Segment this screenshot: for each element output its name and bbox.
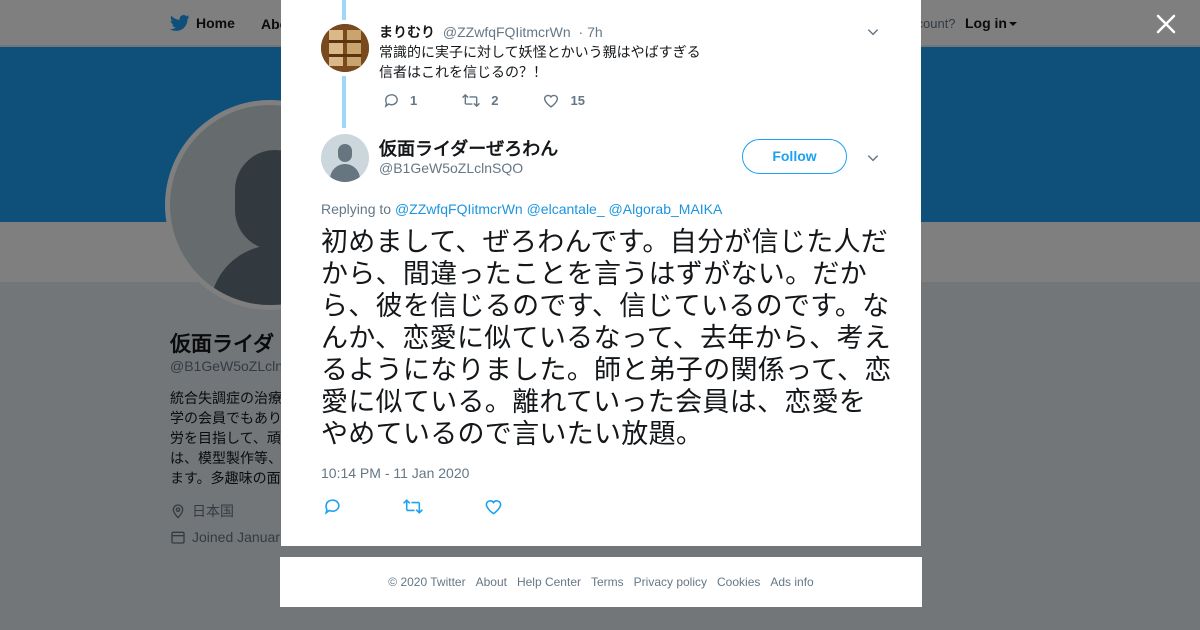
retweet-count: 2 [491, 93, 499, 108]
footer-link-terms[interactable]: Terms [591, 575, 624, 589]
reply-button[interactable] [323, 497, 342, 516]
thread-line-top [342, 0, 346, 20]
mention-link[interactable]: @Algorab_MAIKA [609, 201, 723, 217]
follow-button[interactable]: Follow [742, 139, 847, 174]
retweet-button[interactable] [402, 497, 424, 516]
reply-header: まりむり @ZZwfqFQIitmcrWn · 7h [379, 22, 603, 42]
like-button[interactable] [484, 497, 503, 516]
reply-author-name[interactable]: まりむり [379, 24, 435, 40]
like-count: 15 [570, 93, 585, 108]
retweet-icon [403, 499, 423, 514]
like-icon [544, 94, 559, 108]
reply-button[interactable]: 1 [383, 92, 417, 109]
reply-icon [384, 94, 398, 108]
reply-time[interactable]: · 7h [579, 24, 603, 40]
tweet-timestamp[interactable]: 10:14 PM - 11 Jan 2020 [321, 465, 469, 481]
retweet-button[interactable]: 2 [461, 92, 498, 109]
reply-avatar[interactable] [321, 24, 369, 72]
main-tweet-text: 初めまして、ぜろわんです。自分が信じた人だから、間違ったことを言うはずがない。だ… [321, 227, 892, 450]
avatar-image [321, 24, 369, 72]
main-author-handle[interactable]: @B1GeW5oZLclnSQO [379, 160, 523, 176]
footer: © 2020 Twitter About Help Center Terms P… [280, 557, 922, 607]
footer-copyright: © 2020 Twitter [388, 575, 466, 589]
main-tweet-actions [323, 497, 563, 516]
reply-author-handle[interactable]: @ZZwfqFQIitmcrWn [443, 24, 571, 40]
retweet-icon [462, 93, 481, 108]
footer-link-ads-info[interactable]: Ads info [770, 575, 813, 589]
thread-line-bottom [342, 76, 346, 128]
footer-link-about[interactable]: About [476, 575, 507, 589]
reply-actions: 1 2 15 [383, 92, 629, 109]
mention-link[interactable]: @elcantale_ [527, 201, 605, 217]
reply-count: 1 [410, 93, 418, 108]
reply-icon [324, 499, 340, 515]
footer-link-help-center[interactable]: Help Center [517, 575, 581, 589]
main-avatar[interactable] [321, 134, 369, 182]
reply-text-line: 信者はこれを信じるの？！ [379, 64, 547, 80]
reply-text-line: 常識的に実子に対して妖怪とかいう親はやばすぎる [379, 44, 701, 60]
replying-to: Replying to @ZZwfqFQIitmcrWn @elcantale_… [321, 201, 722, 217]
footer-link-privacy[interactable]: Privacy policy [634, 575, 707, 589]
default-avatar-icon [338, 144, 352, 162]
footer-link-cookies[interactable]: Cookies [717, 575, 760, 589]
chevron-down-icon[interactable] [866, 25, 880, 39]
reply-text: 常識的に実子に対して妖怪とかいう親はやばすぎる 信者はこれを信じるの？！ [379, 42, 701, 82]
replying-prefix: Replying to [321, 201, 392, 217]
main-author-name[interactable]: 仮面ライダーぜろわん [379, 135, 558, 161]
like-icon [485, 500, 502, 515]
close-icon[interactable] [1154, 12, 1178, 36]
chevron-down-icon[interactable] [866, 151, 880, 165]
mention-link[interactable]: @ZZwfqFQIitmcrWn [395, 201, 523, 217]
like-button[interactable]: 15 [542, 92, 585, 109]
